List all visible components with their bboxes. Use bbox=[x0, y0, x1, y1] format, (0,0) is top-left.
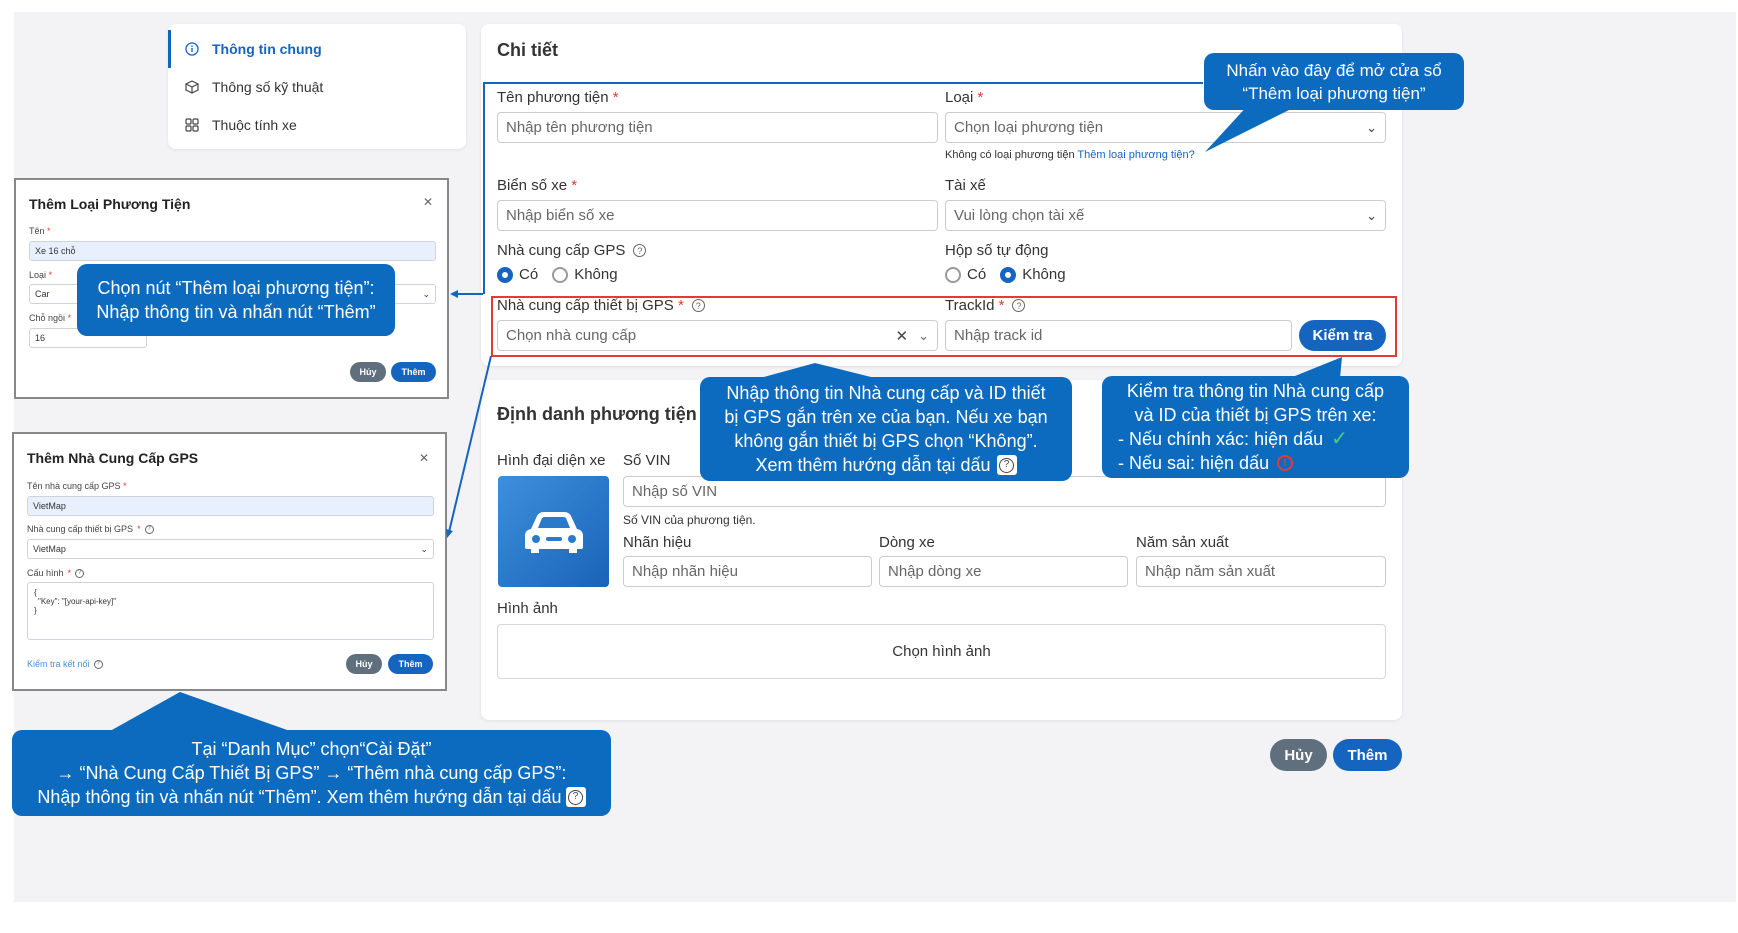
callout-bottom: Tại “Danh Mục” chọn“Cài Đặt” → “Nhà Cung… bbox=[12, 730, 611, 816]
help-icon: ? bbox=[996, 455, 1017, 475]
callout-open-type: Nhấn vào đây để mở cửa sổ “Thêm loại phư… bbox=[1204, 53, 1464, 110]
callout-pointer bbox=[110, 692, 290, 731]
checkmark-icon: ✓ bbox=[1331, 428, 1348, 450]
error-icon: ! bbox=[1277, 455, 1294, 471]
callout-pointer bbox=[1290, 357, 1342, 378]
arrow-to-gps-modal bbox=[448, 355, 492, 533]
callout-check: Kiểm tra thông tin Nhà cung cấp và ID củ… bbox=[1102, 376, 1409, 478]
callout-type-modal: Chọn nút “Thêm loại phương tiện”: Nhập t… bbox=[77, 264, 395, 336]
callout-pointer bbox=[760, 363, 875, 378]
help-icon: ? bbox=[565, 787, 586, 807]
callout-gps-info: Nhập thông tin Nhà cung cấp và ID thiết … bbox=[700, 377, 1072, 481]
arrow-head bbox=[446, 529, 453, 538]
callout-pointer bbox=[1205, 103, 1303, 152]
arrow-head bbox=[450, 290, 458, 298]
